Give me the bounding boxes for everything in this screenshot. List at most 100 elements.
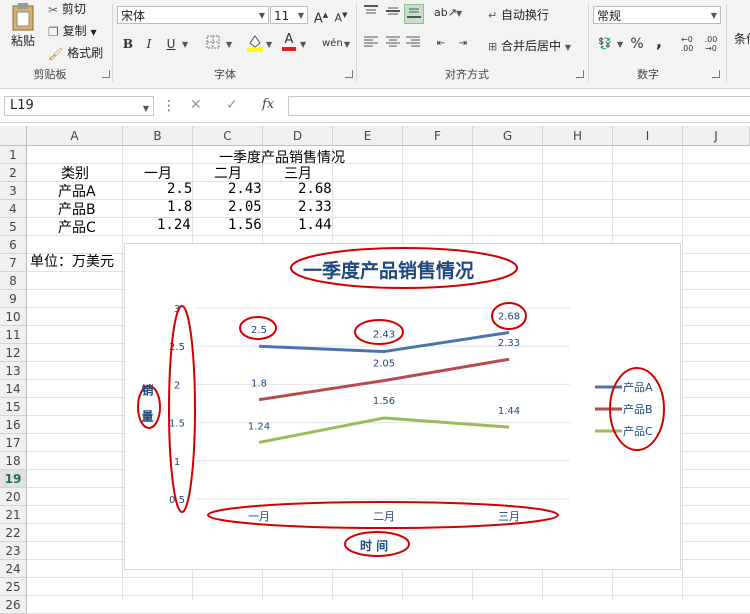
row-header-16[interactable]: 16 [0,416,27,434]
number-format-select[interactable]: 常规 ▼ [593,6,721,24]
row-header-5[interactable]: 5 [0,218,27,236]
format-painter-button[interactable]: 🖌 格式刷 [48,44,103,61]
wrap-text-button[interactable]: ↵ 自动换行 [488,6,549,23]
borders-icon[interactable] [204,35,222,53]
row-header-2[interactable]: 2 [0,164,27,182]
value-cell[interactable]: 2.43 [228,181,262,197]
value-cell[interactable]: 2.05 [228,199,262,215]
font-color-icon[interactable]: A [280,33,298,51]
align-left-icon[interactable] [362,35,380,53]
increase-decimal-icon[interactable]: ←0.00 [678,35,696,53]
cut-button[interactable]: ✂ 剪切 [48,0,86,17]
row-header-8[interactable]: 8 [0,272,27,290]
column-header-e[interactable]: E [333,126,403,146]
copy-button[interactable]: ❐ 复制 ▼ [48,22,97,39]
row-header-15[interactable]: 15 [0,398,27,416]
name-box[interactable]: L19 ▼ [4,96,154,116]
increase-font-button[interactable]: A▲ [312,6,330,26]
row-header-13[interactable]: 13 [0,362,27,380]
chevron-down-icon[interactable]: ▼ [344,40,350,49]
alignment-launcher-icon[interactable] [576,70,584,78]
clipboard-launcher-icon[interactable] [102,70,110,78]
column-header-d[interactable]: D [263,126,333,146]
value-cell[interactable]: 1.56 [228,217,262,233]
paste-button[interactable]: 粘贴 [8,2,38,60]
value-cell[interactable]: 2.68 [298,181,332,197]
chevron-down-icon[interactable]: ▼ [182,40,188,49]
row-header-4[interactable]: 4 [0,200,27,218]
column-header-b[interactable]: B [123,126,193,146]
row-header-14[interactable]: 14 [0,380,27,398]
align-center-icon[interactable] [384,35,402,53]
row-label-cell[interactable]: 产品C [58,217,96,237]
number-launcher-icon[interactable] [712,70,720,78]
align-bottom-icon[interactable] [404,4,424,24]
row-label-cell[interactable]: 产品A [58,181,96,201]
comma-button[interactable]: , [650,33,668,51]
cancel-icon[interactable]: ✕ [190,97,202,113]
row-header-22[interactable]: 22 [0,524,27,542]
font-size-select[interactable]: 11 ▼ [270,6,308,24]
column-header-a[interactable]: A [27,126,123,146]
decrease-font-button[interactable]: A▼ [332,6,350,25]
column-header-g[interactable]: G [473,126,543,146]
row-header-25[interactable]: 25 [0,578,27,596]
row-header-9[interactable]: 9 [0,290,27,308]
value-cell[interactable]: 1.44 [298,217,332,233]
select-all-corner[interactable] [0,126,27,146]
row-header-23[interactable]: 23 [0,542,27,560]
value-cell[interactable]: 1.8 [167,199,192,215]
enter-icon[interactable]: ✓ [226,97,238,113]
insert-function-icon[interactable]: fx [262,97,274,112]
underline-button[interactable]: U [162,35,180,53]
row-header-19[interactable]: 19 [0,470,27,488]
bold-button[interactable]: B [119,35,137,53]
decrease-decimal-icon[interactable]: .00 →0 [702,35,720,53]
merge-center-button[interactable]: ⊞ 合并后居中 ▼ [488,37,571,54]
header-jan-cell[interactable]: 一月 [144,163,172,183]
row-header-11[interactable]: 11 [0,326,27,344]
align-top-icon[interactable] [362,4,380,22]
italic-button[interactable]: I [140,35,158,53]
unit-note-cell[interactable]: 单位：万美元 [30,251,114,271]
column-header-f[interactable]: F [403,126,473,146]
chevron-down-icon[interactable]: ▼ [617,40,623,49]
row-header-3[interactable]: 3 [0,182,27,200]
column-header-c[interactable]: C [193,126,263,146]
conditional-format-button[interactable]: 条件 [734,30,750,47]
increase-indent-icon[interactable]: ⇥ [454,35,472,53]
percent-button[interactable]: % [628,35,646,53]
line-chart[interactable]: 0.5 1 1.5 2 2.5 3 一月 二月 三月 2.5 2.43 2.68 1.8 2.05 2.33… [124,243,681,570]
decrease-indent-icon[interactable]: ⇤ [432,35,450,53]
value-cell[interactable]: 1.24 [157,217,191,233]
orientation-icon[interactable]: ab↗ [434,4,457,22]
header-mar-cell[interactable]: 三月 [284,163,312,183]
row-header-24[interactable]: 24 [0,560,27,578]
align-right-icon[interactable] [404,35,422,53]
chevron-down-icon[interactable]: ▼ [300,40,306,49]
font-launcher-icon[interactable] [345,70,353,78]
row-header-26[interactable]: 26 [0,596,27,614]
row-header-18[interactable]: 18 [0,452,27,470]
more-options-icon[interactable]: ⋮ [162,98,176,114]
row-header-21[interactable]: 21 [0,506,27,524]
value-cell[interactable]: 2.5 [167,181,192,197]
font-name-select[interactable]: 宋体 ▼ [117,6,269,24]
row-header-10[interactable]: 10 [0,308,27,326]
chevron-down-icon[interactable]: ▼ [456,9,462,18]
phonetic-icon[interactable]: wén [322,35,343,53]
column-header-i[interactable]: I [613,126,683,146]
column-header-j[interactable]: J [683,126,750,146]
row-header-12[interactable]: 12 [0,344,27,362]
align-middle-icon[interactable] [384,4,402,22]
currency-icon[interactable]: 💱 [596,35,614,53]
row-header-6[interactable]: 6 [0,236,27,254]
fill-color-icon[interactable] [246,33,264,52]
header-feb-cell[interactable]: 二月 [214,163,242,183]
row-header-20[interactable]: 20 [0,488,27,506]
header-category-cell[interactable]: 类别 [61,163,89,183]
column-header-h[interactable]: H [543,126,613,146]
value-cell[interactable]: 2.33 [298,199,332,215]
row-header-7[interactable]: 7 [0,254,27,272]
row-label-cell[interactable]: 产品B [58,199,96,219]
